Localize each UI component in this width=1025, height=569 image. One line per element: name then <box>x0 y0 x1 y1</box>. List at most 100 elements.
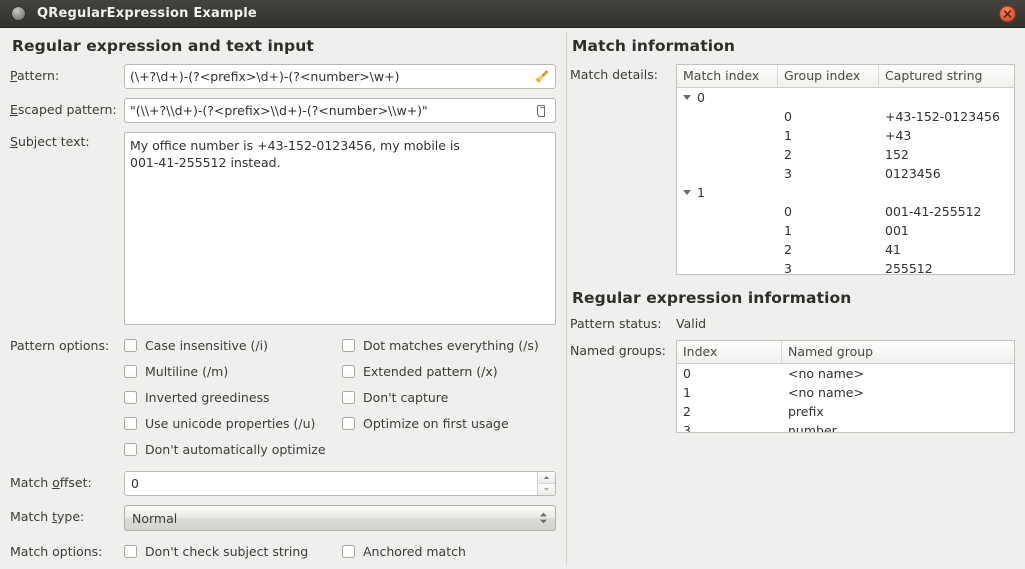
match-details-label: Match details: <box>570 64 676 82</box>
match-type-select[interactable]: Normal <box>124 505 556 531</box>
match-index-value: 1 <box>697 183 705 202</box>
chevron-down-icon[interactable] <box>683 190 691 195</box>
tree-row-group[interactable]: 0 001-41-255512 <box>677 202 1014 221</box>
match-offset-input[interactable] <box>124 471 556 496</box>
checkbox-label: Dot matches everything (/s) <box>363 338 539 353</box>
checkbox-label: Use unicode properties (/u) <box>145 416 315 431</box>
pattern-status-row: Pattern status: Valid <box>570 316 1015 331</box>
tree-row-group[interactable]: 1 001 <box>677 221 1014 240</box>
checkbox-box <box>124 417 137 430</box>
subject-text-input[interactable]: My office number is +43-152-0123456, my … <box>124 132 556 325</box>
pattern-input[interactable] <box>124 64 556 89</box>
group-index-value: 0 <box>778 107 879 126</box>
escaped-pattern-field-wrap <box>124 98 556 123</box>
named-groups-table[interactable]: Index Named group 0 <no name> 1 <no name… <box>676 340 1015 433</box>
tree-row-group[interactable]: 2 41 <box>677 240 1014 259</box>
table-row[interactable]: 0 <no name> <box>677 364 1014 383</box>
chevron-down-icon[interactable] <box>683 95 691 100</box>
tree-row-group[interactable]: 3 255512 <box>677 259 1014 275</box>
column-header-index[interactable]: Index <box>677 341 782 363</box>
tree-row-match[interactable]: 0 <box>677 88 1014 107</box>
named-group-name: number <box>782 421 1014 433</box>
tree-row-group[interactable]: 2 152 <box>677 145 1014 164</box>
match-index-cell: 0 <box>677 88 778 107</box>
checkbox-box <box>342 365 355 378</box>
match-type-row: Match type: Normal <box>10 505 556 531</box>
tree-row-group[interactable]: 0 +43-152-0123456 <box>677 107 1014 126</box>
match-offset-row: Match offset: <box>10 471 556 496</box>
checkbox-dont-automatically-optimize[interactable]: Don't automatically optimize <box>124 438 342 461</box>
column-header-group-index[interactable]: Group index <box>778 65 879 87</box>
subject-text-label: Subject text: <box>10 132 124 149</box>
match-index-value: 0 <box>697 88 705 107</box>
checkbox-dot-matches-everything[interactable]: Dot matches everything (/s) <box>342 334 556 357</box>
captured-string-value: 001 <box>879 221 1014 240</box>
match-offset-spin-buttons <box>537 472 555 495</box>
copy-icon[interactable] <box>532 101 552 121</box>
regex-information-heading: Regular expression information <box>572 289 1015 307</box>
close-icon[interactable] <box>999 5 1016 22</box>
match-type-label-rest: ype: <box>57 509 84 524</box>
captured-string-value: 41 <box>879 240 1014 259</box>
table-row[interactable]: 2 prefix <box>677 402 1014 421</box>
checkbox-label: Don't capture <box>363 390 448 405</box>
window-title: QRegularExpression Example <box>37 6 257 21</box>
checkbox-box <box>124 365 137 378</box>
checkbox-dont-check-subject-string[interactable]: Don't check subject string <box>124 540 342 563</box>
checkbox-case-insensitive[interactable]: Case insensitive (/i) <box>124 334 342 357</box>
broom-clear-icon[interactable] <box>532 67 552 87</box>
match-options-row: Match options: Don't check subject strin… <box>10 540 556 563</box>
checkbox-box <box>342 417 355 430</box>
subject-text-label-accel: S <box>10 134 18 149</box>
tree-row-group[interactable]: 3 0123456 <box>677 164 1014 183</box>
left-panel: Regular expression and text input Patter… <box>0 28 566 569</box>
match-offset-label-accel: o <box>52 475 60 490</box>
checkbox-multiline[interactable]: Multiline (/m) <box>124 360 342 383</box>
group-index-value: 3 <box>778 259 879 275</box>
checkbox-use-unicode-properties[interactable]: Use unicode properties (/u) <box>124 412 342 435</box>
column-header-named-group[interactable]: Named group <box>782 341 1014 363</box>
match-offset-stepper[interactable] <box>124 471 556 496</box>
captured-string-value: +43-152-0123456 <box>879 107 1014 126</box>
checkbox-optimize-on-first-usage[interactable]: Optimize on first usage <box>342 412 556 435</box>
escaped-pattern-label: Escaped pattern: <box>10 98 124 117</box>
match-details-tree[interactable]: Match index Group index Captured string … <box>676 64 1015 275</box>
checkbox-label: Multiline (/m) <box>145 364 228 379</box>
checkbox-dont-capture[interactable]: Don't capture <box>342 386 556 409</box>
spin-up-icon[interactable] <box>538 472 555 483</box>
tree-row-group[interactable]: 1 +43 <box>677 126 1014 145</box>
match-offset-label-prefix: Match <box>10 475 52 490</box>
table-row[interactable]: 1 <no name> <box>677 383 1014 402</box>
checkbox-label: Anchored match <box>363 544 466 559</box>
match-offset-label: Match offset: <box>10 471 124 490</box>
checkbox-extended-pattern[interactable]: Extended pattern (/x) <box>342 360 556 383</box>
subject-text-row: Subject text: My office number is +43-15… <box>10 132 556 325</box>
named-group-index: 2 <box>677 402 782 421</box>
captured-string-value: 0123456 <box>879 164 1014 183</box>
named-groups-header: Index Named group <box>677 341 1014 364</box>
pattern-options-row: Pattern options: Case insensitive (/i) D… <box>10 334 556 461</box>
table-row[interactable]: 3 number <box>677 421 1014 433</box>
group-index-value: 2 <box>778 145 879 164</box>
checkbox-inverted-greediness[interactable]: Inverted greediness <box>124 386 342 409</box>
spin-down-icon[interactable] <box>538 483 555 495</box>
checkbox-label: Inverted greediness <box>145 390 270 405</box>
pattern-options-label: Pattern options: <box>10 334 124 353</box>
group-index-value: 0 <box>778 202 879 221</box>
app-dot-icon <box>11 6 26 21</box>
match-tree-header: Match index Group index Captured string <box>677 65 1014 88</box>
pattern-status-value: Valid <box>676 316 706 331</box>
named-groups-label: Named groups: <box>570 340 676 358</box>
captured-string-value: 001-41-255512 <box>879 202 1014 221</box>
checkbox-anchored-match[interactable]: Anchored match <box>342 540 556 563</box>
column-header-captured-string[interactable]: Captured string <box>879 65 1014 87</box>
checkbox-label: Optimize on first usage <box>363 416 509 431</box>
group-index-value: 3 <box>778 164 879 183</box>
right-panel: Match information Match details: Match i… <box>567 28 1025 569</box>
tree-row-match[interactable]: 1 <box>677 183 1014 202</box>
checkbox-box <box>124 545 137 558</box>
escaped-pattern-input[interactable] <box>124 98 556 123</box>
column-header-match-index[interactable]: Match index <box>677 65 778 87</box>
checkbox-box <box>342 545 355 558</box>
named-group-name: prefix <box>782 402 1014 421</box>
